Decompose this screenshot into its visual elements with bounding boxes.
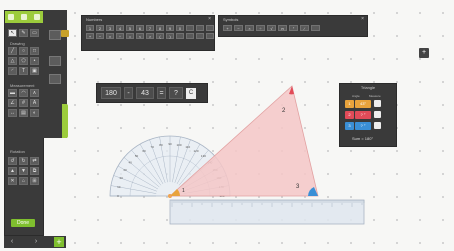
protractor-scale-label: 80	[159, 143, 163, 147]
triangle-row-3: 3 ? °	[345, 122, 381, 130]
protractor-scale-label: 20	[119, 176, 123, 180]
angle-value-3[interactable]: ? °	[355, 122, 371, 130]
angle-value-1[interactable]: 43°	[355, 100, 371, 108]
triangle-panel-title: Triangle	[360, 85, 376, 90]
angle-value-2[interactable]: ? °	[355, 111, 371, 119]
triangle-row-2: 2 ? °	[345, 111, 381, 119]
vertex-label-1: 1	[182, 188, 185, 194]
protractor-scale-label: 90	[168, 142, 172, 146]
protractor-scale-label: 100	[177, 143, 182, 147]
angle-label-2: 2	[345, 111, 354, 119]
ruler[interactable]	[169, 199, 365, 225]
protractor-scale-label: 60	[142, 149, 146, 153]
protractor-scale-label: 30	[123, 168, 127, 172]
column-header-measure: Measure	[369, 94, 381, 98]
triangle-panel: Triangle Angle Measure 1 43° 2 ? ° 3 ? °…	[339, 83, 397, 147]
protractor-scale-label: 40	[128, 161, 132, 165]
triangle-row-1: 1 43°	[345, 100, 381, 108]
add-widget-button[interactable]: +	[419, 48, 429, 58]
column-header-angle: Angle	[352, 94, 360, 98]
angle-sum-label: Sum = 180°	[352, 136, 374, 141]
protractor-scale-label: 120	[193, 149, 198, 153]
protractor-scale-label: 10	[117, 185, 121, 189]
angle-label-1: 1	[345, 100, 354, 108]
angle-label-3: 3	[345, 122, 354, 130]
protractor-scale-label: 130	[201, 154, 206, 158]
checkbox-3[interactable]	[374, 122, 381, 129]
checkbox-1[interactable]	[374, 100, 381, 107]
protractor-scale-label: 50	[135, 154, 139, 158]
protractor-scale-label: 110	[185, 145, 190, 149]
protractor-scale-label: 70	[151, 145, 155, 149]
checkbox-2[interactable]	[374, 111, 381, 118]
ruler-body[interactable]	[169, 199, 365, 225]
